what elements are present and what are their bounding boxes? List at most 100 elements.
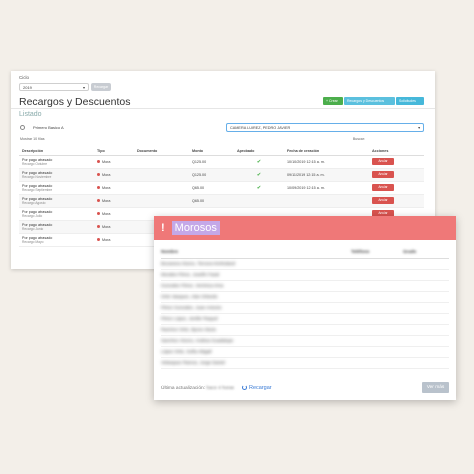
- row-tipo: Mora: [102, 172, 111, 177]
- col-nombre: Nombre: [161, 246, 351, 259]
- check-icon: ✔: [234, 168, 284, 182]
- moroso-nombre: Sanchez Alonzo, Andrea Guadalupe: [161, 335, 351, 347]
- mora-dot-icon: [97, 238, 100, 242]
- row-sub: Recargo Agosto: [22, 200, 46, 205]
- row-monto: Q65.00: [189, 181, 234, 195]
- refresh-icon: [242, 385, 247, 391]
- crear-button[interactable]: + Crear: [323, 97, 343, 105]
- table-row: Velasquez Ramos, Jorge Daniel: [161, 357, 449, 369]
- anular-button[interactable]: Anular: [372, 184, 394, 191]
- search-icon: [20, 125, 25, 130]
- alumno-select[interactable]: CAMERA LUIREZ, PEDRO JAVIER ▾: [226, 123, 424, 132]
- row-tipo: Mora: [102, 211, 111, 216]
- moroso-nombre: López Ortiz, Sofía Abigail: [161, 346, 351, 358]
- last-update-time: hace 4 horas: [206, 386, 235, 391]
- row-tipo: Mora: [102, 185, 111, 190]
- morosos-table: Nombre Teléfono Grado Bocanera Alonzo, T…: [161, 246, 449, 369]
- check-icon: [234, 194, 284, 208]
- exclamation-icon: !: [161, 222, 165, 234]
- header-divider: [11, 108, 435, 109]
- table-row: Por pago atrasado Recargo Septiembre Mora…: [19, 181, 424, 195]
- col-aprobado[interactable]: Aprobado: [234, 147, 284, 156]
- ciclo-select[interactable]: 2019 ▾: [19, 83, 89, 91]
- table-row: López Ortiz, Sofía Abigail: [161, 346, 449, 358]
- page-title: Recargos y Descuentos: [19, 96, 131, 108]
- row-documento: [134, 181, 189, 195]
- table-row: Pérez Gonzalez, Juan Antonio: [161, 302, 449, 314]
- col-descripcion[interactable]: Descripción: [19, 147, 94, 156]
- mora-dot-icon: [97, 225, 100, 229]
- table-row: Por pago atrasado Recargo Agosto Mora Q65…: [19, 194, 424, 208]
- moroso-nombre: Morales Pérez, Josefin Fasal: [161, 269, 351, 281]
- buscar-label[interactable]: Buscar:: [353, 137, 365, 141]
- col-fecha[interactable]: Fecha de creación: [284, 147, 369, 156]
- chevron-down-icon: ▾: [82, 85, 85, 90]
- check-icon: ✔: [234, 155, 284, 169]
- row-fecha: 10/10/2019 12:15 a. m.: [284, 155, 369, 169]
- anular-button[interactable]: Anular: [372, 197, 394, 204]
- alumno-value: CAMERA LUIREZ, PEDRO JAVIER: [230, 126, 291, 130]
- ver-mas-button[interactable]: Ver más: [422, 382, 449, 393]
- col-tipo[interactable]: Tipo: [94, 147, 134, 156]
- moroso-nombre: Ramírez Ortiz, Byron Alexis: [161, 324, 351, 336]
- col-documento[interactable]: Documento: [134, 147, 189, 156]
- moroso-nombre: Pérez Gonzalez, Juan Antonio: [161, 302, 351, 314]
- last-update-label: Última actualización:: [161, 386, 205, 391]
- row-documento: [134, 168, 189, 182]
- col-telefono: Teléfono: [351, 246, 403, 259]
- row-sub: Recargo Septiembre: [22, 187, 53, 192]
- row-monto: Q125.00: [189, 168, 234, 182]
- modal-title: Morosos: [171, 221, 220, 235]
- action-group: + Crear Recargos y Descuentos Solicitude…: [323, 97, 424, 105]
- col-acciones: Acciones: [369, 147, 424, 156]
- chevron-down-icon: ▾: [418, 126, 420, 130]
- recargar-link[interactable]: Recargar: [242, 385, 272, 391]
- recargos-descuentos-button[interactable]: Recargos y Descuentos: [344, 97, 395, 105]
- grado-filter[interactable]: Primero Basico A: [33, 125, 64, 130]
- row-sub: Recargo Octubre: [22, 161, 48, 166]
- moroso-nombre: Ortiz Vasquez, Alan Orlando: [161, 291, 351, 303]
- ciclo-label: Ciclo: [19, 75, 30, 80]
- modal-header: ! Morosos: [154, 216, 456, 240]
- col-grado: Grado: [403, 246, 449, 259]
- mora-dot-icon: [97, 186, 100, 190]
- row-sub: Recargo Julio: [22, 213, 43, 218]
- listado-heading: Listado: [19, 111, 42, 118]
- table-row: Ortiz Vasquez, Alan Orlando: [161, 291, 449, 303]
- row-tipo: Mora: [102, 159, 111, 164]
- anular-button[interactable]: Anular: [372, 158, 394, 165]
- row-sub: Recargo Noviembre: [22, 174, 52, 179]
- solicitudes-button[interactable]: Solicitudes: [396, 97, 424, 105]
- col-monto[interactable]: Monto: [189, 147, 234, 156]
- mora-dot-icon: [97, 173, 100, 177]
- table-row: Ramírez Ortiz, Byron Alexis: [161, 324, 449, 336]
- moroso-nombre: Velasquez Ramos, Jorge Daniel: [161, 357, 351, 369]
- table-row: Gonzalez Pérez, Verónica Irma: [161, 280, 449, 292]
- table-row: Por pago atrasado Recargo Octubre Mora Q1…: [19, 155, 424, 169]
- row-tipo: Mora: [102, 237, 111, 242]
- mora-dot-icon: [97, 160, 100, 164]
- row-fecha: 10/09/2019 12:15 a. m.: [284, 181, 369, 195]
- table-row: Sanchez Alonzo, Andrea Guadalupe: [161, 335, 449, 347]
- mora-dot-icon: [97, 212, 100, 216]
- morosos-modal: ! Morosos Nombre Teléfono Grado Bocanera…: [154, 216, 456, 400]
- moroso-nombre: Bocanera Alonzo, Tercera Kimholand: [161, 258, 351, 270]
- recargar-button[interactable]: Recargar: [91, 83, 111, 91]
- table-row: Pérez López, Jenifer Raquel: [161, 313, 449, 325]
- table-row: Morales Pérez, Josefin Fasal: [161, 269, 449, 281]
- row-tipo: Mora: [102, 198, 111, 203]
- row-documento: [134, 194, 189, 208]
- row-monto: Q65.00: [189, 194, 234, 208]
- mora-dot-icon: [97, 199, 100, 203]
- row-monto: Q125.00: [189, 155, 234, 169]
- moroso-nombre: Gonzalez Pérez, Verónica Irma: [161, 280, 351, 292]
- row-documento: [134, 155, 189, 169]
- mostrar-filas[interactable]: Mostrar 10 filas: [20, 137, 45, 141]
- row-sub: Recargo Mayo: [22, 239, 44, 244]
- table-row: Bocanera Alonzo, Tercera Kimholand: [161, 258, 449, 270]
- row-sub: Recargo Junio: [22, 226, 44, 231]
- moroso-nombre: Pérez López, Jenifer Raquel: [161, 313, 351, 325]
- last-update: Última actualización: hace 4 horas: [161, 386, 234, 391]
- anular-button[interactable]: Anular: [372, 171, 394, 178]
- check-icon: ✔: [234, 181, 284, 195]
